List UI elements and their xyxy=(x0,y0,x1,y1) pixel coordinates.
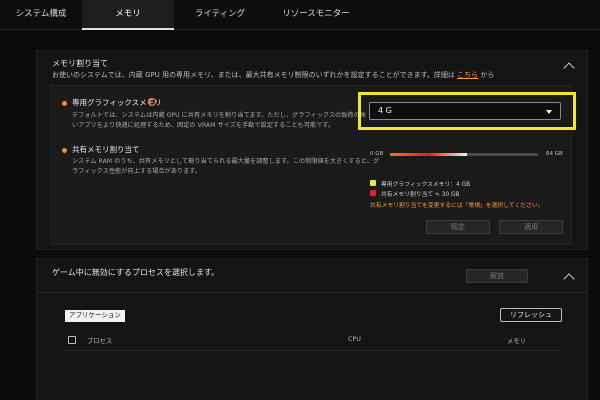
shared-desc-line2: ラフィックス性能が向上する場合があります。 xyxy=(72,168,202,175)
shared-memory-slider[interactable] xyxy=(390,153,538,156)
column-process[interactable]: プロセス xyxy=(87,336,112,345)
legend-swatch-shared xyxy=(370,190,376,196)
memory-panel-subtitle: お使いのシステムでは、内蔵 GPU 用の専用メモリ、または、最大共有メモリ制限の… xyxy=(52,70,494,80)
subtitle-text-end: から xyxy=(480,71,495,79)
bar-min-label: 0 GB xyxy=(370,151,384,157)
dedicated-desc-line2: いアプリをより快適に処理するため、固定の VRAM サイズを手動で設定することも… xyxy=(72,122,335,129)
select-all-checkbox[interactable] xyxy=(68,336,76,344)
tab-memory[interactable]: メモリ xyxy=(82,0,174,30)
apply-button[interactable]: 適用 xyxy=(499,220,563,234)
reset-button[interactable]: 既定 xyxy=(426,220,490,234)
application-filter-tag[interactable]: アプリケーション xyxy=(63,310,125,322)
disable-button[interactable]: 解放 xyxy=(466,269,528,283)
subtitle-text: お使いのシステムでは、内蔵 GPU 用の専用メモリ、または、最大共有メモリ制限の… xyxy=(52,71,455,79)
dedicated-desc-line1: デフォルトでは、システムは内蔵 GPU に共有メモリを割り当てます。ただし、グラ… xyxy=(72,112,366,119)
tab-system-config[interactable]: システム構成 xyxy=(0,0,82,30)
shared-desc-line1: システム RAM のうち、共有メモリとして割り当てられる最大量を調整します。この… xyxy=(72,158,380,165)
details-link[interactable]: こちら xyxy=(457,71,478,79)
bullet-icon xyxy=(62,148,67,153)
legend-shared: 共有メモリ割り当て ≒ 30 GB xyxy=(381,192,460,198)
table-header-divider xyxy=(62,350,562,351)
column-memory[interactable]: メモリ xyxy=(507,336,526,345)
bullet-icon xyxy=(62,101,67,106)
warning-text: 共有メモリ割り当てを変更するには「常規」を選択してください。 xyxy=(370,203,544,209)
tab-resource-monitor[interactable]: リソースモニター xyxy=(266,0,366,30)
bar-max-label: 64 GB xyxy=(546,151,563,157)
legend-dedicated: 専用グラフィックスメモリ：4 GB xyxy=(381,182,471,188)
tab-bar: システム構成 メモリ ライティング リソースモニター xyxy=(0,0,600,30)
dedicated-memory-dropdown[interactable]: 4 G xyxy=(369,102,561,120)
refresh-button[interactable]: リフレッシュ xyxy=(500,308,562,322)
divider xyxy=(36,292,588,293)
scrollbar[interactable] xyxy=(590,50,594,400)
chevron-down-icon xyxy=(546,110,552,114)
legend-swatch-dedicated xyxy=(370,180,376,186)
tab-lighting[interactable]: ライティング xyxy=(174,0,266,30)
process-panel-title: ゲーム中に無効にするプロセスを選択します。 xyxy=(52,268,220,277)
column-cpu[interactable]: CPU xyxy=(348,336,361,343)
info-icon[interactable]: i xyxy=(148,98,156,106)
memory-panel-title: メモリ割り当て xyxy=(52,59,108,68)
shared-memory-fill xyxy=(390,153,467,156)
shared-memory-title: 共有メモリ割り当て xyxy=(72,145,140,154)
dropdown-selected-value: 4 G xyxy=(378,106,392,115)
